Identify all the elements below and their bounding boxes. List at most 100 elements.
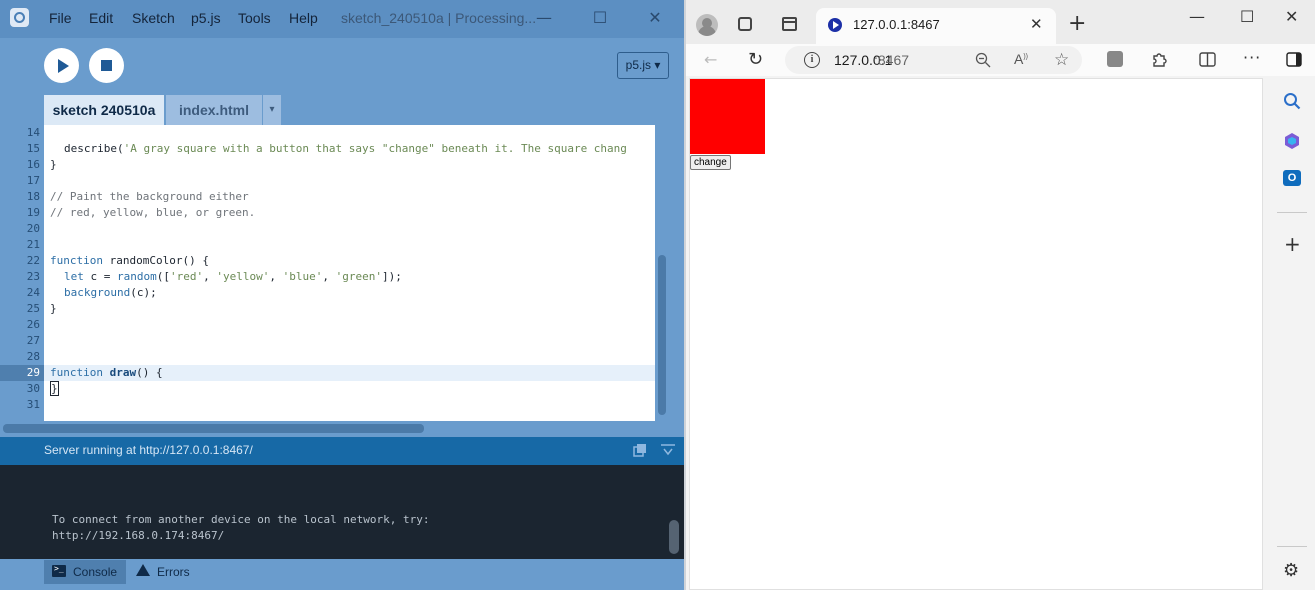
processing-logo-icon	[10, 8, 29, 27]
code-line-16: }	[50, 158, 57, 171]
settings-gear-icon[interactable]: ⚙	[1283, 560, 1299, 581]
browser-sidebar: O + ⚙	[1269, 76, 1315, 590]
code-line-15: describe('A gray square with a button th…	[64, 142, 627, 155]
code-text-area[interactable]: describe('A gray square with a button th…	[44, 125, 655, 421]
clear-console-icon[interactable]	[660, 443, 676, 457]
line-number-gutter: 14 15 16 17 18 19 20 21 22 23 24 25 26 2…	[0, 125, 44, 421]
search-icon[interactable]	[1283, 92, 1301, 110]
menu-p5js[interactable]: p5.js	[191, 10, 221, 26]
favicon-icon	[828, 18, 842, 32]
page-viewport: change	[689, 78, 1263, 590]
tab-menu-arrow-icon[interactable]: ▾	[262, 95, 281, 125]
add-sidebar-app-icon[interactable]: +	[1284, 234, 1301, 254]
browser-minimize-icon[interactable]: —	[1189, 7, 1205, 26]
console-tab-label: Console	[73, 565, 118, 579]
extension-icon[interactable]	[1107, 51, 1123, 67]
url-port: :8467	[874, 52, 910, 68]
site-info-icon[interactable]: i	[804, 52, 820, 68]
back-icon[interactable]: ←	[704, 50, 717, 69]
browser-tab[interactable]: 127.0.0.1:8467 ✕	[816, 8, 1056, 44]
menu-help[interactable]: Help	[289, 10, 318, 26]
browser-close-icon[interactable]: ✕	[1285, 7, 1298, 26]
minimize-icon[interactable]: —	[532, 6, 556, 30]
code-line-18: // Paint the background either	[50, 190, 249, 203]
line-number: 18	[26, 190, 40, 203]
p5-canvas[interactable]	[690, 79, 765, 154]
mode-selector[interactable]: p5.js ▾	[617, 52, 669, 79]
ide-menubar: File Edit Sketch p5.js Tools Help sketch…	[0, 0, 684, 38]
workspaces-icon[interactable]	[738, 17, 752, 31]
favorite-star-icon[interactable]: ☆	[1054, 50, 1069, 70]
code-editor[interactable]: 14 15 16 17 18 19 20 21 22 23 24 25 26 2…	[0, 125, 684, 421]
line-number: 28	[26, 350, 40, 363]
browser-tab-bar: 127.0.0.1:8467 ✕ + — ☐ ✕	[686, 0, 1315, 44]
line-number: 27	[26, 334, 40, 347]
menu-file[interactable]: File	[49, 10, 72, 26]
horizontal-scrollbar-thumb[interactable]	[3, 424, 424, 433]
errors-tab[interactable]: Errors	[134, 560, 214, 584]
sidebar-toggle-icon[interactable]	[1286, 52, 1302, 67]
console-line: http://192.168.0.174:8467/	[52, 529, 225, 542]
line-number: 19	[26, 206, 40, 219]
errors-tab-label: Errors	[157, 565, 190, 579]
split-screen-icon[interactable]	[1199, 52, 1216, 67]
tab-sketch[interactable]: sketch 240510a	[44, 95, 164, 125]
line-number: 14	[26, 126, 40, 139]
more-menu-icon[interactable]: ···	[1243, 48, 1261, 67]
window-title: sketch_240510a | Processing...	[341, 10, 537, 26]
code-line-23: let c = random(['red', 'yellow', 'blue',…	[64, 270, 402, 283]
line-number: 15	[26, 142, 40, 155]
copilot-icon[interactable]	[1283, 132, 1301, 150]
close-icon[interactable]: ✕	[643, 6, 667, 30]
line-number: 21	[26, 238, 40, 251]
run-button[interactable]	[44, 48, 79, 83]
current-line-number: 29	[0, 365, 44, 381]
sidebar-divider	[1277, 546, 1307, 547]
line-number: 24	[26, 286, 40, 299]
refresh-icon[interactable]: ↻	[748, 49, 763, 70]
address-bar[interactable]	[785, 46, 1082, 74]
browser-maximize-icon[interactable]: ☐	[1240, 7, 1254, 26]
warning-icon	[136, 564, 150, 576]
profile-icon[interactable]	[696, 14, 718, 36]
code-line-25: }	[50, 302, 57, 315]
browser-window: 127.0.0.1:8467 ✕ + — ☐ ✕ ← ↻ i 127.0.0.1…	[686, 0, 1315, 590]
console-output: To connect from another device on the lo…	[0, 465, 684, 559]
tab-close-icon[interactable]: ✕	[1030, 15, 1043, 33]
sidebar-divider	[1277, 212, 1307, 213]
stop-button[interactable]	[89, 48, 124, 83]
menu-sketch[interactable]: Sketch	[132, 10, 175, 26]
menu-tools[interactable]: Tools	[238, 10, 271, 26]
vertical-tabs-icon[interactable]	[782, 17, 797, 31]
line-number: 30	[26, 382, 40, 395]
code-line-24: background(c);	[64, 286, 157, 299]
tab-index-html[interactable]: index.html	[166, 95, 262, 125]
status-bar: Server running at http://127.0.0.1:8467/	[0, 437, 684, 465]
line-number: 16	[26, 158, 40, 171]
text-caret: }	[50, 381, 59, 396]
line-number: 20	[26, 222, 40, 235]
extensions-puzzle-icon[interactable]	[1151, 51, 1168, 68]
code-line-29: function draw() {	[50, 366, 163, 379]
line-number: 31	[26, 398, 40, 411]
line-number: 23	[26, 270, 40, 283]
code-line-19: // red, yellow, blue, or green.	[50, 206, 256, 219]
change-button[interactable]: change	[690, 155, 731, 170]
console-scrollbar[interactable]	[669, 520, 679, 554]
console-tab[interactable]: Console	[44, 560, 126, 584]
vertical-scrollbar-thumb[interactable]	[658, 255, 666, 415]
copy-console-icon[interactable]	[633, 443, 647, 457]
console-line: To connect from another device on the lo…	[52, 513, 430, 526]
new-tab-icon[interactable]: +	[1068, 12, 1086, 36]
maximize-icon[interactable]: ☐	[588, 6, 612, 30]
menu-edit[interactable]: Edit	[89, 10, 113, 26]
processing-ide-window: File Edit Sketch p5.js Tools Help sketch…	[0, 0, 684, 590]
code-line-30: }	[50, 381, 59, 397]
read-aloud-icon[interactable]: A))	[1014, 51, 1028, 67]
zoom-out-icon[interactable]	[975, 52, 991, 68]
line-number: 26	[26, 318, 40, 331]
terminal-icon	[52, 564, 66, 577]
outlook-icon[interactable]: O	[1283, 170, 1301, 186]
code-line-22: function randomColor() {	[50, 254, 209, 267]
browser-tab-title: 127.0.0.1:8467	[853, 17, 940, 32]
